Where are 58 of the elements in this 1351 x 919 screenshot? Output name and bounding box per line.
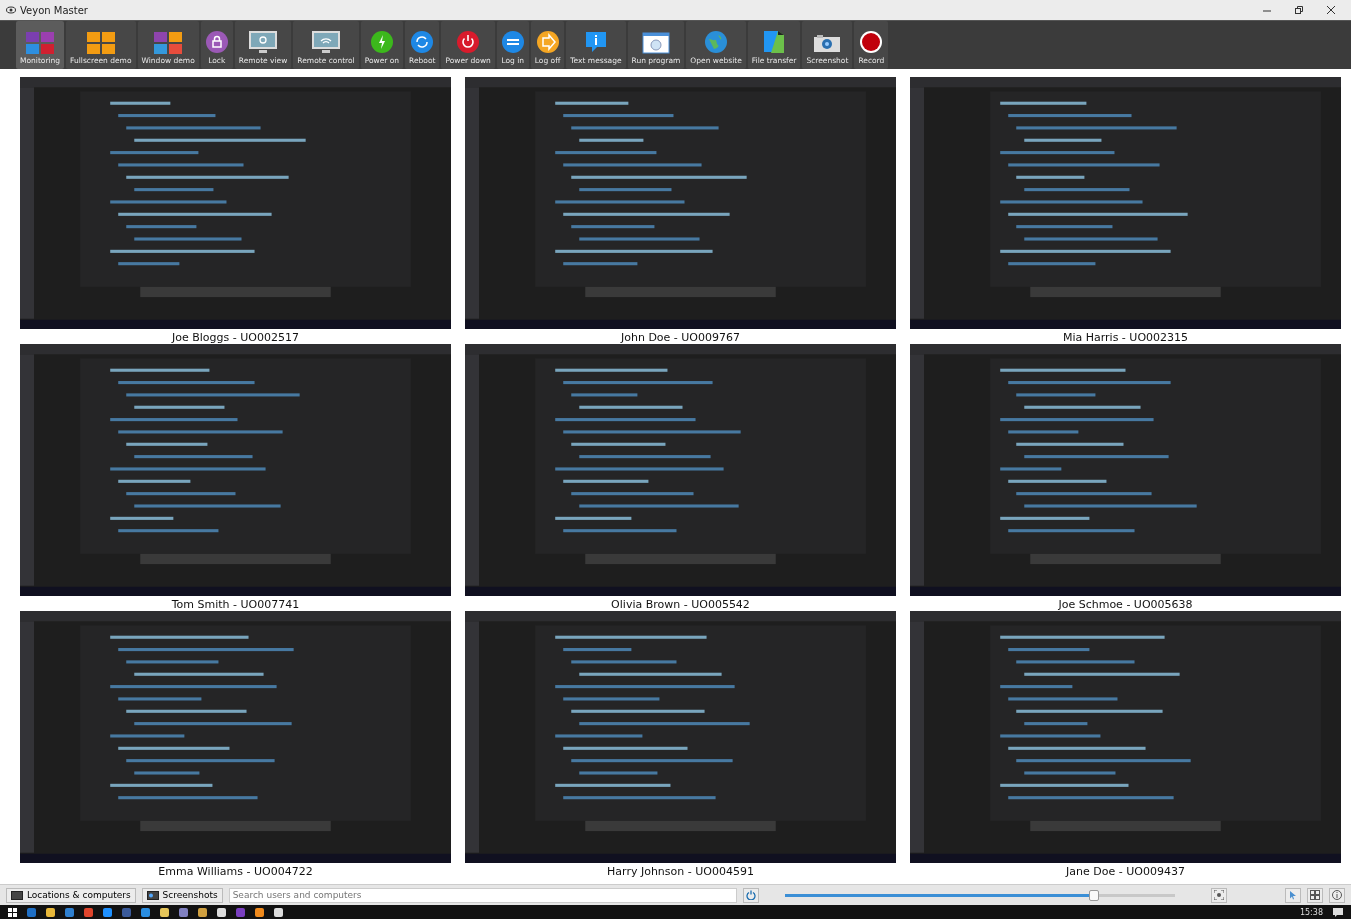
computer-label: John Doe - UO009767 <box>620 331 740 344</box>
computer-label: Joe Bloggs - UO002517 <box>172 331 299 344</box>
panel-toggle-button[interactable]: Locations & computers <box>6 887 136 903</box>
search-field[interactable]: Search users and computers <box>228 887 737 903</box>
grid-icon <box>26 32 55 54</box>
computer-label: Olivia Brown - UO005542 <box>611 598 750 611</box>
panel-toggle-button[interactable]: Screenshots <box>141 887 223 903</box>
lock-icon <box>204 30 229 54</box>
power-button[interactable] <box>742 887 759 903</box>
computer-label: Harry Johnson - UO004591 <box>607 865 754 878</box>
power-on-icon <box>369 30 394 54</box>
pointer-icon <box>1288 890 1298 900</box>
screen-thumbnail[interactable] <box>20 344 451 596</box>
grid-icon <box>86 32 115 54</box>
record-icon <box>859 30 884 54</box>
screen-thumbnail[interactable] <box>465 344 896 596</box>
grid-icon <box>1310 890 1320 900</box>
reboot-icon <box>410 30 435 54</box>
grid-button[interactable] <box>1307 887 1323 903</box>
computer-label: Joe Schmoe - UO005638 <box>1058 598 1193 611</box>
pointer-button[interactable] <box>1285 887 1301 903</box>
message-icon <box>583 30 608 54</box>
clock: 15:38 <box>1299 907 1323 917</box>
screen-thumbnail[interactable] <box>20 77 451 329</box>
fit-button[interactable] <box>1210 887 1227 903</box>
screen-thumbnail[interactable] <box>910 344 1341 596</box>
screen-thumbnail[interactable] <box>910 611 1341 863</box>
monitor-icon <box>11 890 23 900</box>
computer-label: Tom Smith - UO007741 <box>171 598 300 611</box>
notification-icon[interactable] <box>1333 907 1343 917</box>
info-button[interactable] <box>1329 887 1345 903</box>
file-icon <box>763 30 786 54</box>
log-in-icon <box>500 30 525 54</box>
globe-icon <box>704 30 729 54</box>
grid-icon <box>154 32 183 54</box>
info-icon <box>1332 890 1342 900</box>
window-icon <box>641 32 670 54</box>
screen-thumbnail[interactable] <box>465 77 896 329</box>
close-icon <box>1327 6 1335 14</box>
window-title: Veyon Master <box>20 4 89 16</box>
power-icon <box>745 890 756 900</box>
monitor-icon <box>248 30 279 54</box>
eye-icon <box>6 5 16 15</box>
focus-icon <box>1213 890 1224 900</box>
power-icon <box>456 30 481 54</box>
camera-icon <box>146 890 159 900</box>
computer-label: Jane Doe - UO009437 <box>1066 865 1185 878</box>
slider-handle[interactable] <box>1088 889 1099 901</box>
computer-label: Emma Williams - UO004722 <box>158 865 313 878</box>
screen-thumbnail[interactable] <box>465 611 896 863</box>
restore-icon <box>1295 6 1303 14</box>
log-off-icon <box>535 30 560 54</box>
windows-logo-icon[interactable] <box>8 907 17 917</box>
screen-thumbnail[interactable] <box>20 611 451 863</box>
computer-label: Mia Harris - UO002315 <box>1062 331 1189 344</box>
camera-icon <box>813 32 842 54</box>
monitor-icon <box>311 30 341 54</box>
screen-thumbnail[interactable] <box>910 77 1341 329</box>
